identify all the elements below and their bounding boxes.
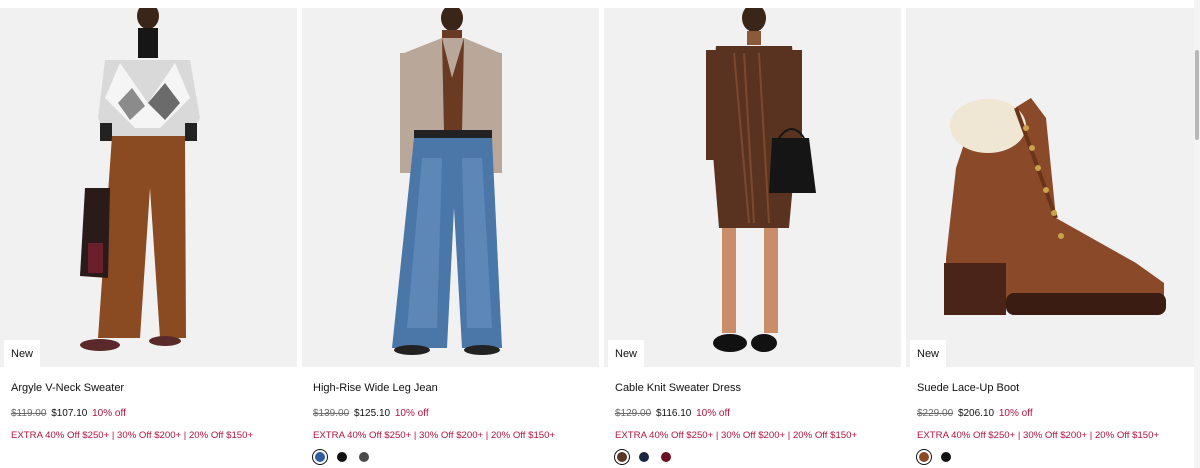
product-image[interactable]: New (0, 8, 297, 367)
color-swatch[interactable] (916, 449, 932, 465)
color-swatches (312, 449, 372, 465)
sale-price: $125.10 (353, 408, 391, 419)
discount-label: 10% off (92, 408, 126, 419)
promo-text: EXTRA 40% Off $250+ | 30% Off $200+ | 20… (615, 430, 858, 441)
product-name[interactable]: Cable Knit Sweater Dress (615, 382, 741, 394)
scrollbar-thumb[interactable] (1195, 50, 1199, 140)
discount-label: 10% off (394, 408, 429, 419)
new-badge: New (910, 340, 947, 367)
original-price: $139.00 (313, 408, 350, 419)
product-card[interactable]: New Suede Lace-Up Boot $229.00 $206.10 1… (906, 0, 1194, 468)
new-badge: New (4, 340, 41, 367)
product-prices: $139.00 $125.10 10% off (313, 408, 429, 419)
promo-text: EXTRA 40% Off $250+ | 30% Off $200+ | 20… (313, 430, 556, 441)
original-price: $129.00 (615, 408, 652, 419)
color-swatches (916, 449, 954, 465)
product-image[interactable]: New (604, 8, 901, 367)
color-swatch[interactable] (614, 449, 630, 465)
original-price: $119.00 (11, 408, 47, 419)
color-swatch[interactable] (334, 449, 350, 465)
discount-label: 10% off (998, 408, 1033, 419)
color-swatch[interactable] (636, 449, 652, 465)
product-prices: $229.00 $206.10 10% off (917, 408, 1033, 419)
suede-boot-photo (906, 8, 1194, 367)
model-in-argyle-sweater-photo (0, 8, 297, 367)
color-swatches (614, 449, 674, 465)
color-swatch[interactable] (312, 449, 328, 465)
product-card[interactable]: New Argyle V-Neck Sweater $119.00 $107.1… (0, 0, 297, 468)
product-prices: $129.00 $116.10 10% off (615, 408, 730, 419)
product-image[interactable] (302, 8, 599, 367)
page-scrollbar[interactable] (1194, 0, 1200, 468)
product-card[interactable]: New Cable Knit Sweater Dress $129.00 $11… (604, 0, 901, 468)
promo-text: EXTRA 40% Off $250+ | 30% Off $200+ | 20… (917, 430, 1160, 441)
color-swatch[interactable] (658, 449, 674, 465)
new-badge: New (608, 340, 645, 367)
sale-price: $206.10 (957, 408, 995, 419)
product-name[interactable]: Suede Lace-Up Boot (917, 382, 1019, 394)
product-card[interactable]: High-Rise Wide Leg Jean $139.00 $125.10 … (302, 0, 599, 468)
sale-price: $107.10 (51, 408, 88, 419)
product-name[interactable]: Argyle V-Neck Sweater (11, 382, 124, 394)
product-name[interactable]: High-Rise Wide Leg Jean (313, 382, 438, 394)
product-image[interactable]: New (906, 8, 1194, 367)
product-prices: $119.00 $107.10 10% off (11, 408, 126, 419)
sale-price: $116.10 (655, 408, 692, 419)
model-in-wide-leg-jeans-photo (302, 8, 599, 367)
model-in-cable-knit-dress-photo (604, 8, 901, 367)
discount-label: 10% off (696, 408, 730, 419)
promo-text: EXTRA 40% Off $250+ | 30% Off $200+ | 20… (11, 430, 254, 441)
original-price: $229.00 (917, 408, 954, 419)
product-grid: New Argyle V-Neck Sweater $119.00 $107.1… (0, 0, 1200, 468)
color-swatch[interactable] (356, 449, 372, 465)
color-swatch[interactable] (938, 449, 954, 465)
